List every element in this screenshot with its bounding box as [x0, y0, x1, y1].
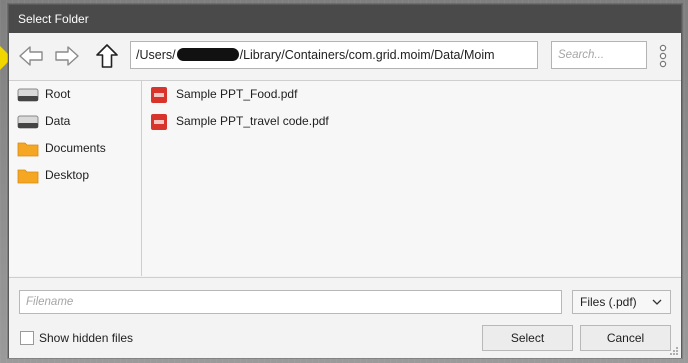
toolbar: /Users/ /Library/Containers/com.grid.moim… [9, 34, 681, 81]
back-button[interactable] [17, 42, 45, 70]
arrow-right-icon [55, 46, 79, 66]
drive-icon [17, 115, 39, 129]
file-name: Sample PPT_travel code.pdf [176, 114, 329, 128]
resize-grip-icon[interactable] [669, 346, 679, 356]
pdf-icon [151, 114, 167, 130]
show-hidden-row: Show hidden files [20, 327, 133, 349]
sidebar-item-label: Documents [45, 141, 106, 155]
chevron-down-icon [652, 299, 662, 305]
search-input[interactable] [551, 41, 647, 69]
sidebar-item-label: Data [45, 114, 71, 128]
list-item[interactable]: Sample PPT_Food.pdf [142, 81, 681, 108]
folder-icon [17, 169, 39, 184]
sidebar-item-label: Root [45, 87, 71, 101]
list-item[interactable]: Sample PPT_travel code.pdf [142, 108, 681, 135]
forward-button[interactable] [53, 42, 81, 70]
file-type-label: Files (.pdf) [580, 295, 637, 309]
pdf-icon [151, 87, 167, 103]
up-button[interactable] [93, 42, 121, 70]
dialog-title: Select Folder [9, 5, 681, 33]
folder-icon [17, 142, 39, 157]
cancel-button[interactable]: Cancel [580, 325, 671, 351]
show-hidden-label: Show hidden files [39, 331, 134, 345]
show-hidden-checkbox[interactable] [20, 331, 34, 345]
path-prefix: /Users/ [136, 48, 176, 62]
sidebar-item-root[interactable]: Root [9, 81, 141, 108]
bottom-bar: Files (.pdf) Show hidden files Select Ca… [9, 277, 681, 358]
sidebar-item-label: Desktop [45, 168, 90, 182]
sidebar-item-desktop[interactable]: Desktop [9, 162, 141, 189]
sidebar-item-data[interactable]: Data [9, 108, 141, 135]
select-folder-dialog: Select Folder /Users/ /Library/Containers… [8, 4, 682, 358]
drive-icon [17, 88, 39, 102]
file-name: Sample PPT_Food.pdf [176, 87, 298, 101]
more-options-icon[interactable] [657, 43, 669, 69]
redacted-username [176, 48, 239, 61]
sidebar-item-documents[interactable]: Documents [9, 135, 141, 162]
arrow-left-icon [19, 46, 43, 66]
filename-input[interactable] [19, 290, 562, 314]
file-list: Sample PPT_Food.pdf Sample PPT_travel co… [142, 81, 681, 276]
file-type-dropdown[interactable]: Files (.pdf) [572, 290, 671, 314]
sidebar: Root Data Documents Desktop [9, 81, 142, 276]
arrow-up-icon [96, 44, 118, 68]
path-field[interactable]: /Users/ /Library/Containers/com.grid.moim… [130, 41, 538, 69]
select-button[interactable]: Select [482, 325, 573, 351]
path-suffix: /Library/Containers/com.grid.moim/Data/M… [239, 48, 495, 62]
